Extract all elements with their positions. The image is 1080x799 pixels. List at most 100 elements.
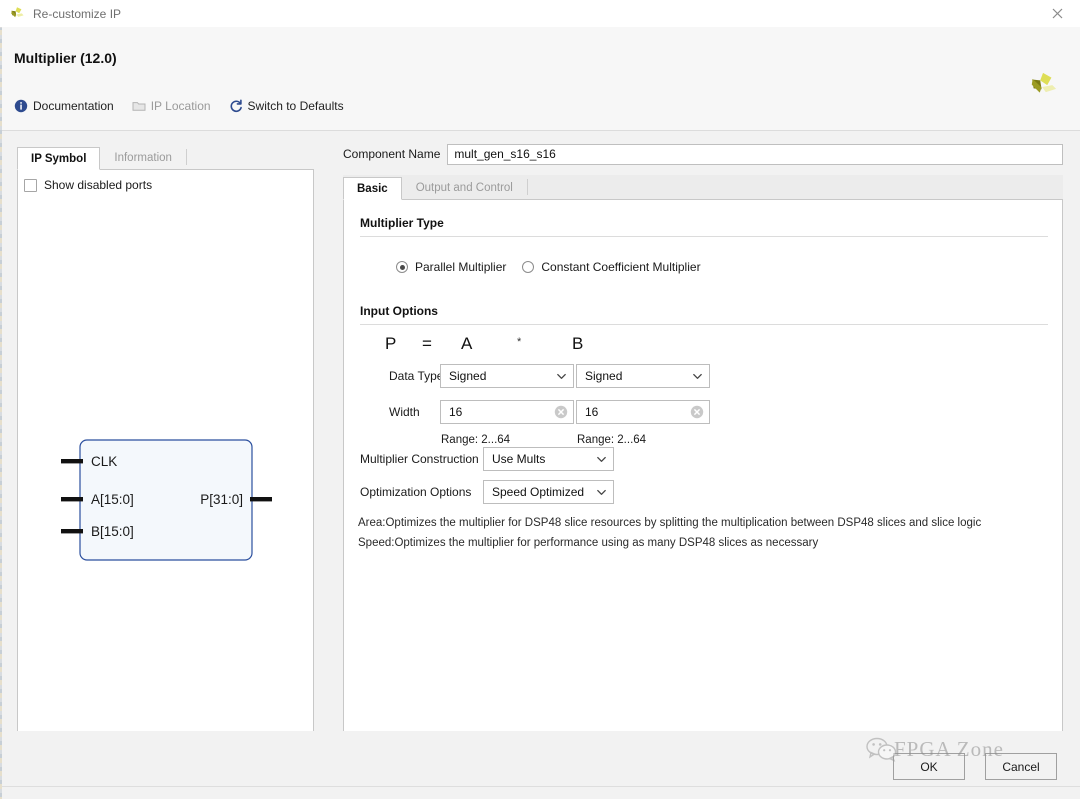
pin-p [250,497,272,502]
equation-operator: * [517,336,522,348]
ok-button-label: OK [920,759,938,774]
tab-basic[interactable]: Basic [343,177,402,200]
equation-a: A [461,334,473,353]
tab-information-label: Information [114,152,172,164]
re-customize-ip-dialog: Re-customize IP Multiplier (12.0) Docume… [0,0,1080,799]
port-a-width-input[interactable]: 16 [440,400,574,424]
clear-icon[interactable] [554,405,568,419]
ip-symbol-diagram: CLK A[15:0] B[15:0] P[31:0] [61,439,272,561]
tab-divider [185,149,187,165]
radio-parallel-multiplier-label: Parallel Multiplier [415,260,507,274]
basic-tab-content: Multiplier Type Parallel Multiplier Cons… [343,200,1063,733]
tab-ip-symbol[interactable]: IP Symbol [17,147,101,170]
tab-output-and-control-label: Output and Control [415,182,513,194]
component-name-input[interactable]: mult_gen_s16_s16 [447,143,1063,165]
xilinx-logo-icon [1031,72,1057,93]
optimization-descriptions: Area:Optimizes the multiplier for DSP48 … [358,517,1058,549]
construction-options: Multiplier Construction Use Mults Optimi… [360,447,1048,511]
tab-divider [526,179,528,195]
symbol-label-clk: CLK [91,454,117,469]
port-b-data-type-value: Signed [585,369,623,383]
refresh-icon [230,99,242,112]
dialog-body: IP Symbol Information Show disabled port… [0,131,1080,735]
tab-ip-symbol-label: IP Symbol [31,152,87,165]
dialog-header: Multiplier (12.0) Documentation IP Locat… [2,27,1080,131]
radio-indicator [396,261,408,273]
tab-information[interactable]: Information [100,146,186,169]
ok-button[interactable]: OK [893,753,965,780]
clear-icon[interactable] [690,405,704,419]
cancel-button-label: Cancel [1002,759,1040,774]
cancel-button[interactable]: Cancel [985,753,1057,780]
equation-b: B [572,334,584,353]
section-divider [360,324,1048,325]
port-b-width-value: 16 [585,405,599,419]
left-tabstrip: IP Symbol Information [17,145,314,170]
radio-constant-coefficient-multiplier-label: Constant Coefficient Multiplier [541,260,701,274]
port-b-width-input[interactable]: 16 [576,400,710,424]
radio-indicator [522,261,535,273]
input-options-section: Input Options P = A * B Data Type Signed… [360,304,1048,452]
component-name-row: Component Name mult_gen_s16_s16 [343,143,1063,165]
chevron-down-icon [693,373,702,379]
equation-row: P = A * B [360,334,1048,360]
equation-p: P [385,334,397,353]
switch-to-defaults-button[interactable]: Switch to Defaults [229,99,344,113]
documentation-label: Documentation [33,99,114,113]
switch-to-defaults-label: Switch to Defaults [247,99,344,113]
data-type-row: Data Type Signed Signed [360,364,1048,394]
documentation-button[interactable]: Documentation [14,99,114,113]
port-b-data-type-select[interactable]: Signed [576,364,710,388]
xilinx-logo-icon [11,6,24,17]
info-icon [14,99,28,113]
symbol-label-b: B[15:0] [91,524,134,539]
multiplier-construction-label: Multiplier Construction [360,452,479,466]
symbol-label-p: P[31:0] [200,492,243,507]
radio-constant-coefficient-multiplier[interactable]: Constant Coefficient Multiplier [522,260,701,274]
configuration-panel: Component Name mult_gen_s16_s16 Basic Ou… [343,143,1063,734]
multiplier-type-radio-group: Parallel Multiplier Constant Coefficient… [396,260,1048,274]
chevron-down-icon [597,456,606,462]
port-a-data-type-select[interactable]: Signed [440,364,574,388]
ip-symbol-panel: IP Symbol Information Show disabled port… [17,145,314,735]
ip-symbol-canvas: Show disabled ports CLK A[15:0] B[15:0] … [17,170,314,735]
data-type-label: Data Type [389,369,444,383]
optimization-options-value: Speed Optimized [492,485,585,499]
component-name-value: mult_gen_s16_s16 [454,147,556,161]
optimization-options-select[interactable]: Speed Optimized [483,480,614,504]
footer-divider [2,786,1080,787]
tab-output-and-control[interactable]: Output and Control [402,176,527,199]
port-a-range-note: Range: 2...64 [441,434,511,446]
multiplier-construction-value: Use Mults [492,452,546,466]
chevron-down-icon [597,489,606,495]
width-label: Width [389,405,420,419]
window-titlebar: Re-customize IP [0,0,1080,28]
right-tabstrip: Basic Output and Control [343,175,1063,200]
optimization-options-row: Optimization Options Speed Optimized [360,480,1048,511]
pin-a [61,497,83,502]
symbol-label-a: A[15:0] [91,492,134,507]
window-title: Re-customize IP [33,6,122,21]
pin-clk [61,459,83,464]
optimization-options-label: Optimization Options [360,485,472,499]
multiplier-construction-select[interactable]: Use Mults [483,447,614,471]
port-a-data-type-value: Signed [449,369,487,383]
chevron-down-icon [557,373,566,379]
width-row: Width 16 16 [360,400,1048,430]
multiplier-type-section: Multiplier Type Parallel Multiplier Cons… [360,216,1048,274]
description-area: Area:Optimizes the multiplier for DSP48 … [358,517,982,529]
header-toolbar: Documentation IP Location Switch to Defa… [14,99,344,113]
ip-location-button[interactable]: IP Location [132,99,211,113]
equation-eq: = [422,334,432,353]
component-name-label: Component Name [343,147,441,161]
multiplier-construction-row: Multiplier Construction Use Mults [360,447,1048,478]
ip-location-label: IP Location [150,99,211,113]
tab-basic-label: Basic [357,182,388,195]
radio-parallel-multiplier[interactable]: Parallel Multiplier [396,260,506,274]
close-icon[interactable] [1034,0,1080,27]
port-b-range-note: Range: 2...64 [577,434,647,446]
page-title: Multiplier (12.0) [14,50,117,66]
pin-b [61,529,83,534]
port-a-width-value: 16 [449,405,463,419]
folder-icon [132,102,146,111]
